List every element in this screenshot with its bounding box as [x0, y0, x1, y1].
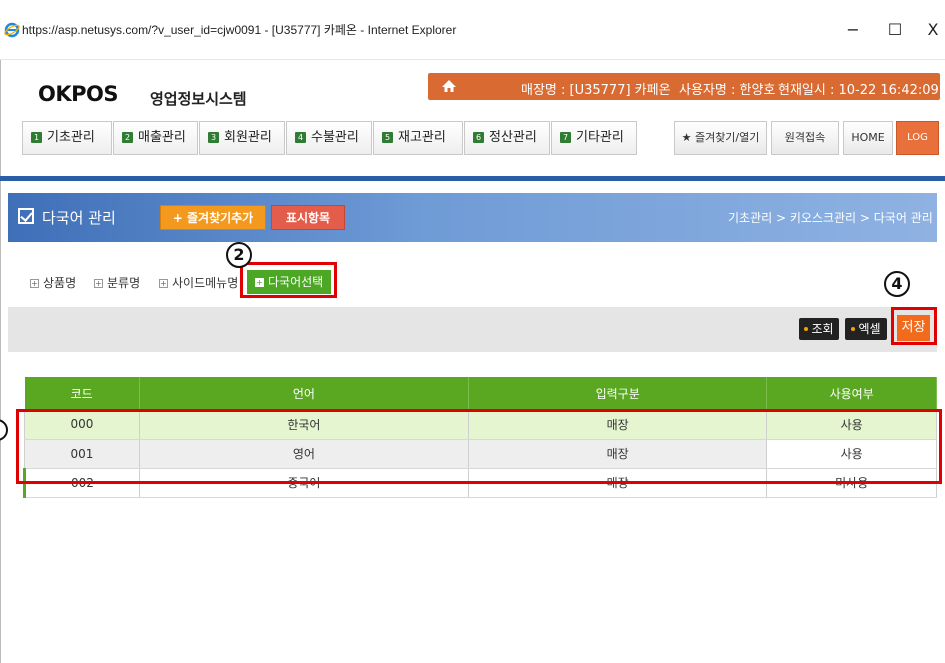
action-toolbar: [8, 307, 937, 352]
grid-header-row: 코드 언어 입력구분 사용여부: [24, 377, 937, 410]
subtab-product-name[interactable]: + 상품명: [30, 271, 76, 295]
excel-button[interactable]: 엑셀: [845, 318, 887, 340]
excel-button-label: 엑셀: [858, 322, 881, 336]
menu-tab-label: 기타관리: [576, 130, 624, 145]
okpos-logo[interactable]: OKPOS: [38, 82, 119, 106]
menu-tab-sales[interactable]: 2 매출관리: [113, 121, 198, 155]
subtab-label: 상품명: [43, 276, 77, 290]
menu-tab-label: 회원관리: [224, 130, 272, 145]
maximize-button[interactable]: ☐: [880, 18, 910, 42]
page-title: 다국어 관리: [42, 209, 116, 227]
menu-tab-label: 기초관리: [47, 130, 95, 145]
current-datetime: 현재일시 : 10-22 16:42:09: [778, 83, 939, 98]
menu-number-icon: 5: [382, 132, 393, 143]
step-number-badge: 2: [226, 242, 252, 268]
plus-icon: +: [94, 279, 103, 288]
search-button-label: 조회: [811, 322, 834, 336]
plus-icon: +: [159, 279, 168, 288]
plus-icon: +: [30, 279, 39, 288]
menu-tab-stock[interactable]: 5 재고관리: [373, 121, 463, 155]
add-favorite-button[interactable]: + 즐겨찾기추가: [160, 205, 266, 230]
menu-tab-settlement[interactable]: 6 정산관리: [464, 121, 550, 155]
window-titlebar: https://asp.netusys.com/?v_user_id=cjw00…: [0, 0, 945, 60]
store-name: 매장명 : [U35777] 카페온: [521, 83, 671, 98]
logo-subtitle: 영업정보시스템: [150, 90, 247, 108]
bullet-icon: [804, 327, 809, 331]
menu-tab-label: 정산관리: [489, 130, 537, 145]
subtab-label: 사이드메뉴명: [172, 276, 239, 290]
menu-tab-members[interactable]: 3 회원관리: [199, 121, 285, 155]
menu-number-icon: 1: [31, 132, 42, 143]
logo-text: OKPOS: [38, 82, 119, 106]
close-button[interactable]: X: [918, 18, 945, 42]
favorites-button[interactable]: ★ 즐겨찾기/열기: [674, 121, 767, 155]
menu-number-icon: 7: [560, 132, 571, 143]
menu-tab-label: 매출관리: [138, 130, 186, 145]
menu-number-icon: 4: [295, 132, 306, 143]
menu-tab-basic[interactable]: 1 기초관리: [22, 121, 112, 155]
minimize-button[interactable]: −: [838, 18, 868, 42]
internet-explorer-icon: [4, 22, 20, 38]
header-divider: [0, 176, 945, 181]
column-header-language[interactable]: 언어: [139, 377, 470, 410]
column-header-usage[interactable]: 사용여부: [766, 377, 937, 410]
step-number-badge: 4: [884, 271, 910, 297]
highlight-box-step2: [240, 262, 337, 298]
menu-tab-inventory-flow[interactable]: 4 수불관리: [286, 121, 372, 155]
search-button[interactable]: 조회: [799, 318, 839, 340]
remote-access-button[interactable]: 원격접속: [771, 121, 839, 155]
logout-button[interactable]: LOG OUT: [896, 121, 939, 175]
home-button[interactable]: HOME: [843, 121, 893, 155]
subtab-side-menu-name[interactable]: + 사이드메뉴명: [159, 271, 238, 295]
checkbox-icon: [18, 208, 34, 224]
highlight-box-step4: [891, 307, 937, 345]
column-header-input-type[interactable]: 입력구분: [468, 377, 768, 410]
user-name: 사용자명 : 한양호: [679, 83, 776, 98]
menu-number-icon: 6: [473, 132, 484, 143]
subtab-category-name[interactable]: + 분류명: [94, 271, 140, 295]
menu-number-icon: 3: [208, 132, 219, 143]
menu-tab-etc[interactable]: 7 기타관리: [551, 121, 637, 155]
display-items-button[interactable]: 표시항목: [271, 205, 345, 230]
home-icon[interactable]: [441, 78, 457, 94]
menu-tab-label: 수불관리: [311, 130, 359, 145]
column-header-code[interactable]: 코드: [24, 377, 140, 410]
step-number-badge-partial: [0, 419, 8, 441]
bullet-icon: [851, 327, 856, 331]
window-title: https://asp.netusys.com/?v_user_id=cjw00…: [22, 23, 457, 37]
menu-tab-label: 재고관리: [398, 130, 446, 145]
breadcrumb: 기초관리 > 키오스크관리 > 다국어 관리: [728, 211, 933, 225]
highlight-box-rows: [16, 409, 942, 484]
window-left-border: [0, 60, 1, 663]
subtab-label: 분류명: [107, 276, 141, 290]
menu-number-icon: 2: [122, 132, 133, 143]
